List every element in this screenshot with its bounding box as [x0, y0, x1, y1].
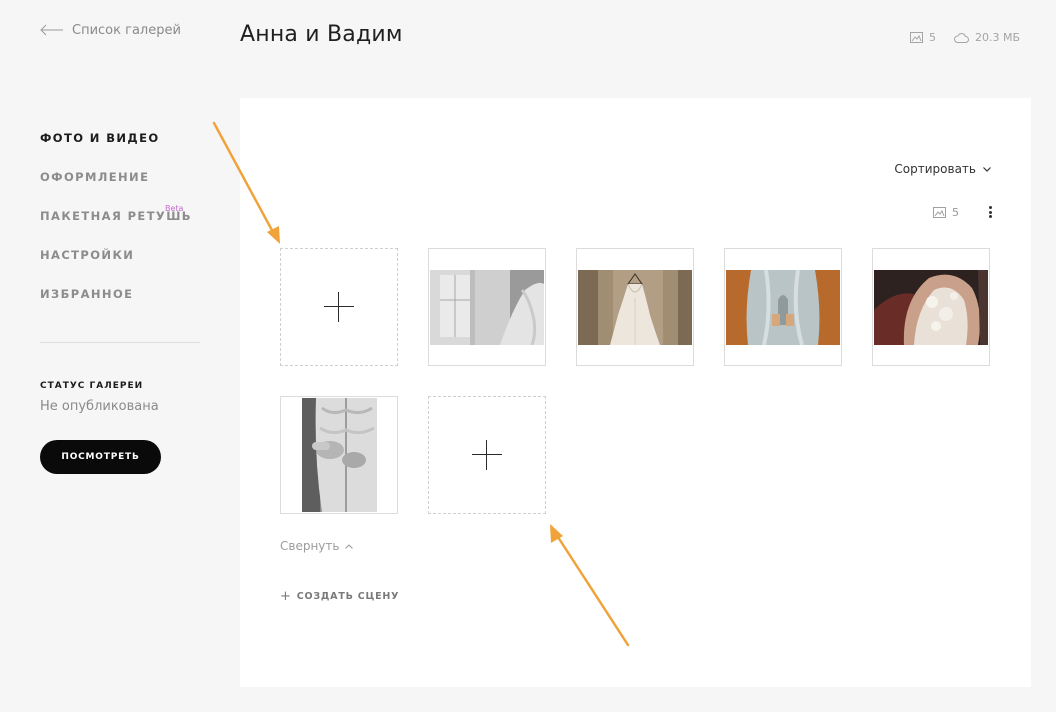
more-dot — [988, 206, 992, 209]
scene-photo-count-value: 5 — [952, 206, 959, 219]
image-icon — [933, 207, 946, 218]
add-photo-button[interactable] — [280, 248, 398, 366]
storage-size: 20.3 МБ — [974, 31, 1020, 44]
back-to-galleries-link[interactable]: Список галерей — [40, 22, 181, 38]
view-gallery-button[interactable]: ПОСМОТРЕТЬ — [40, 440, 161, 474]
create-scene-label: СОЗДАТЬ СЦЕНУ — [296, 591, 400, 602]
cloud-icon — [953, 32, 969, 43]
image-icon — [909, 32, 923, 43]
photo-thumbnail[interactable] — [576, 248, 694, 366]
chevron-down-icon — [983, 166, 991, 172]
main-panel: Сортировать 5 Свернуть + СОЗДАТЬ СЦЕНУ — [240, 98, 1031, 687]
gallery-status-label: СТАТУС ГАЛЕРЕИ — [40, 381, 144, 391]
photo-thumbnail[interactable] — [724, 248, 842, 366]
arrow-left-icon — [40, 24, 63, 36]
photo-thumbnail[interactable] — [280, 396, 398, 514]
sidebar: ФОТО И ВИДЕО ОФОРМЛЕНИЕ ПАКЕТНАЯ РЕТУШЬ … — [40, 128, 200, 474]
gallery-status-value: Не опубликована — [40, 399, 159, 414]
sort-label: Сортировать — [894, 162, 976, 176]
collapse-label: Свернуть — [280, 539, 340, 553]
sidebar-item-batch-retouch[interactable]: ПАКЕТНАЯ РЕТУШЬ Beta — [40, 204, 200, 245]
more-options-button[interactable] — [987, 204, 993, 220]
sidebar-item-label: НАСТРОЙКИ — [40, 248, 135, 262]
sidebar-item-photo-video[interactable]: ФОТО И ВИДЕО — [40, 128, 200, 167]
create-scene-button[interactable]: + СОЗДАТЬ СЦЕНУ — [280, 589, 399, 604]
more-dot — [988, 210, 992, 214]
chevron-up-icon — [345, 543, 354, 549]
plus-icon: + — [280, 589, 292, 604]
photo-buttoning-dress — [301, 398, 377, 512]
sidebar-item-label: ОФОРМЛЕНИЕ — [40, 170, 150, 184]
photo-lace-back — [874, 269, 988, 345]
more-dot — [988, 215, 992, 218]
scene-photo-count: 5 — [933, 206, 959, 219]
photo-dress-veil — [726, 269, 840, 345]
photo-window-bride — [430, 269, 544, 345]
photo-thumbnail[interactable] — [428, 248, 546, 366]
photo-count: 5 — [928, 31, 936, 44]
photo-wedding-dress-hanger — [578, 269, 692, 345]
sidebar-item-settings[interactable]: НАСТРОЙКИ — [40, 245, 200, 284]
sidebar-item-favorites[interactable]: ИЗБРАННОЕ — [40, 284, 200, 323]
sort-dropdown[interactable]: Сортировать — [894, 162, 991, 176]
add-photo-button[interactable] — [428, 396, 546, 514]
plus-icon — [472, 440, 502, 470]
collapse-scene-link[interactable]: Свернуть — [280, 539, 354, 553]
plus-icon — [324, 292, 354, 322]
sidebar-divider — [40, 342, 200, 343]
back-link-label: Список галерей — [72, 22, 181, 38]
beta-badge: Beta — [165, 204, 184, 213]
sidebar-item-label: ИЗБРАННОЕ — [40, 287, 134, 301]
gallery-stats: 5 20.3 МБ — [909, 31, 1020, 44]
photo-thumbnail[interactable] — [872, 248, 990, 366]
page-title: Анна и Вадим — [240, 22, 403, 47]
sidebar-item-label: ФОТО И ВИДЕО — [40, 131, 160, 145]
